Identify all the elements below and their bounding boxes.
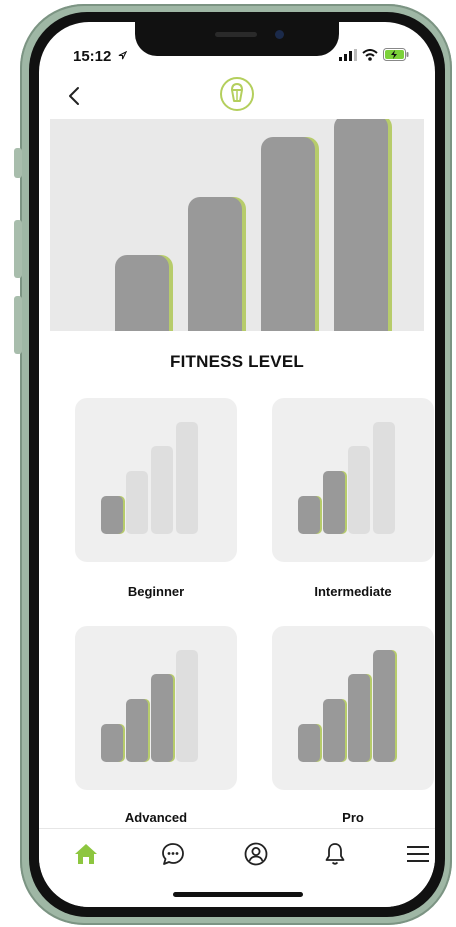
page-title: FITNESS LEVEL	[170, 352, 304, 371]
volume-up-button	[14, 220, 22, 278]
header	[39, 74, 435, 120]
silent-switch	[14, 148, 22, 178]
hero-bar	[188, 197, 242, 331]
chat-icon	[162, 843, 184, 865]
tab-profile[interactable]	[241, 839, 271, 869]
hero-bar	[115, 255, 169, 331]
level-bar	[151, 446, 173, 534]
location-arrow-icon	[118, 50, 127, 60]
tab-chat[interactable]	[158, 839, 188, 869]
status-time-text: 15:12	[73, 48, 112, 65]
signal-icon	[339, 48, 357, 61]
tab-home[interactable]	[71, 839, 101, 869]
level-bar	[323, 471, 345, 534]
home-indicator	[173, 892, 303, 897]
notch	[135, 22, 339, 56]
level-label: Pro	[342, 810, 364, 825]
tab-menu[interactable]	[403, 839, 433, 869]
profile-icon	[244, 842, 268, 866]
status-icons	[339, 48, 409, 61]
level-bar	[348, 446, 370, 534]
level-card-advanced[interactable]	[75, 626, 237, 790]
level-bar	[126, 471, 148, 534]
level-bar	[101, 496, 123, 534]
bell-icon	[325, 843, 345, 865]
level-label: Beginner	[127, 584, 185, 599]
volume-down-button	[14, 296, 22, 354]
hero-level-graphic	[50, 119, 424, 331]
level-bar	[298, 496, 320, 534]
home-icon	[75, 844, 97, 864]
wifi-icon	[362, 48, 378, 61]
speaker	[215, 32, 257, 37]
level-card-pro[interactable]	[272, 626, 434, 790]
app-screen: 15:12 FITNESS LEVEL Beginner Intermediat…	[39, 22, 435, 907]
hero-bar	[261, 137, 315, 331]
level-bar	[298, 724, 320, 762]
level-label: Advanced	[124, 810, 188, 825]
app-logo	[219, 76, 255, 112]
level-bar	[176, 422, 198, 534]
level-card-intermediate[interactable]	[272, 398, 434, 562]
level-card-beginner[interactable]	[75, 398, 237, 562]
status-time: 15:12	[73, 48, 127, 65]
back-button[interactable]	[63, 80, 87, 112]
battery-charging-icon	[383, 48, 409, 61]
level-bar	[373, 650, 395, 762]
level-bar	[176, 650, 198, 762]
menu-icon	[407, 846, 429, 862]
tab-notifications[interactable]	[320, 839, 350, 869]
camera-icon	[275, 30, 284, 39]
level-bar	[101, 724, 123, 762]
chevron-left-icon	[69, 87, 79, 105]
hero-bar	[334, 119, 388, 331]
level-bar	[323, 699, 345, 762]
level-bar	[348, 674, 370, 762]
level-label: Intermediate	[314, 584, 392, 599]
level-bar	[151, 674, 173, 762]
kettlebell-logo-icon	[220, 77, 254, 111]
level-bar	[373, 422, 395, 534]
level-bar	[126, 699, 148, 762]
